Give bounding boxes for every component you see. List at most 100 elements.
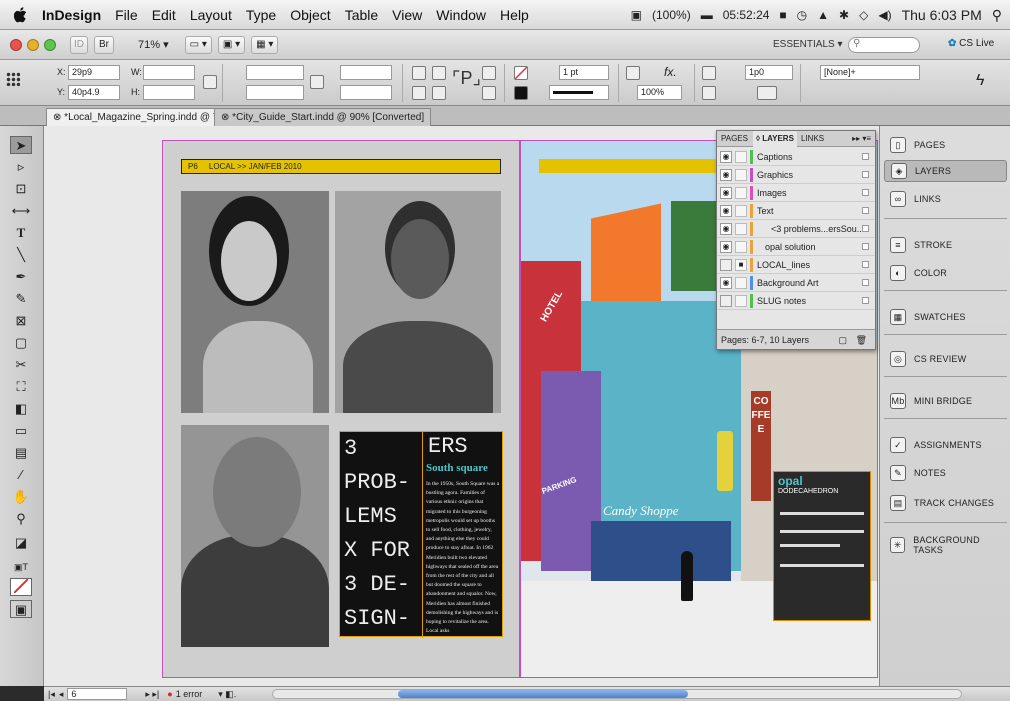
opal-box[interactable]: opal DODECAHEDRON (773, 471, 871, 621)
effects-icon[interactable]: fx. (664, 65, 677, 79)
arrange-documents-button[interactable]: ▦ ▾ (251, 35, 279, 54)
layer-row[interactable]: SLUG notes (717, 292, 875, 310)
select-container-icon[interactable] (482, 66, 496, 80)
photo-man-portrait[interactable] (335, 191, 501, 413)
menu-type[interactable]: Type (246, 7, 276, 23)
lock-toggle[interactable] (735, 151, 747, 163)
panel-menu-icon[interactable]: ▸▸ ▾≡ (852, 131, 871, 147)
select-square[interactable] (862, 225, 869, 232)
lock-toggle[interactable] (735, 295, 747, 307)
menu-object[interactable]: Object (290, 7, 330, 23)
volume-icon[interactable]: ◀) (878, 8, 891, 22)
layer-row[interactable]: ◉ Images (717, 184, 875, 202)
close-icon[interactable]: ⊗ (53, 112, 61, 123)
flip-v-icon[interactable] (432, 86, 446, 100)
tab-layers[interactable]: ◊ LAYERS (753, 131, 797, 147)
dock-layers[interactable]: ◈ LAYERS (884, 160, 1007, 182)
menu-help[interactable]: Help (500, 7, 529, 23)
dock-notes[interactable]: ✎ NOTES (884, 462, 1007, 484)
distribute-icon[interactable] (757, 86, 777, 100)
minimize-window-button[interactable] (27, 38, 39, 51)
menu-layout[interactable]: Layout (190, 7, 232, 23)
pencil-tool-icon[interactable]: ✎ (10, 290, 32, 308)
rotate-cw-icon[interactable] (412, 66, 426, 80)
dock-links[interactable]: ∞ LINKS (884, 188, 1007, 210)
scale-y-field[interactable] (246, 85, 304, 100)
menu-table[interactable]: Table (345, 7, 378, 23)
h-field[interactable] (143, 85, 195, 100)
visibility-icon[interactable]: ◉ (720, 151, 732, 163)
bluetooth-icon[interactable]: ✱ (839, 8, 849, 22)
timer-icon[interactable]: ▬ (701, 8, 713, 22)
apple-icon[interactable] (14, 6, 28, 23)
align-icon[interactable] (702, 86, 716, 100)
dock-cs-review[interactable]: ◎ CS REVIEW (884, 348, 1007, 370)
app-menu[interactable]: InDesign (42, 7, 101, 23)
lock-toggle[interactable] (735, 169, 747, 181)
preflight-menu-icon[interactable]: ▾ ◧. (218, 689, 236, 700)
lock-icon[interactable]: ■ (735, 259, 747, 271)
wifi-icon[interactable]: ◇ (859, 8, 868, 22)
search-field[interactable]: ⚲ (848, 37, 920, 53)
dock-assignments[interactable]: ✓ ASSIGNMENTS (884, 434, 1007, 456)
tab-local-magazine[interactable]: ⊗ *Local_Magazine_Spring.indd @ 71% (46, 108, 240, 126)
zoom-tool-icon[interactable]: ⚲ (10, 510, 32, 528)
visibility-icon[interactable]: ◉ (720, 223, 732, 235)
y-field[interactable]: 40p4.9 (68, 85, 120, 100)
dock-color[interactable]: ◐ COLOR (884, 262, 1007, 284)
rotate-ccw-icon[interactable] (432, 66, 446, 80)
layer-row[interactable]: ◉ Captions (717, 148, 875, 166)
select-square[interactable] (862, 189, 869, 196)
rectangle-frame-tool-icon[interactable]: ⊠ (10, 312, 32, 330)
fill-stroke-icon[interactable]: ◪ (10, 534, 32, 552)
layer-row[interactable]: ◉ Background Art (717, 274, 875, 292)
select-square[interactable] (862, 243, 869, 250)
scissors-tool-icon[interactable]: ✂ (10, 356, 32, 374)
opacity-field[interactable]: 100% (637, 85, 682, 100)
tab-links[interactable]: LINKS (801, 131, 824, 147)
menu-file[interactable]: File (115, 7, 138, 23)
title-text-frame[interactable]: 3 PROB- LEMS X FOR 3 DE- SIGN- ERS South… (339, 431, 503, 638)
page-tool-icon[interactable]: ⊡ (10, 180, 32, 198)
next-page-icon[interactable]: ▸ ▸| (145, 689, 159, 700)
flip-h-icon[interactable] (412, 86, 426, 100)
view-options-button[interactable]: ▭ ▾ (184, 35, 212, 54)
gap-tool-icon[interactable]: ⟷ (10, 202, 32, 220)
lock-toggle[interactable] (735, 205, 747, 217)
dock-mini-bridge[interactable]: Mb MINI BRIDGE (884, 390, 1007, 412)
cs-live-button[interactable]: ✿ CS Live (948, 38, 994, 49)
visibility-icon[interactable]: ◉ (720, 205, 732, 217)
lock-toggle[interactable] (735, 277, 747, 289)
display-icon[interactable]: ■ (779, 8, 786, 22)
new-layer-icon[interactable]: ▢ (838, 330, 847, 350)
close-window-button[interactable] (10, 38, 22, 51)
pen-tool-icon[interactable]: ✒ (10, 268, 32, 286)
visibility-icon[interactable] (720, 259, 732, 271)
preflight-status[interactable]: 1 error (176, 689, 203, 699)
gradient-feather-tool-icon[interactable]: ▭ (10, 422, 32, 440)
drop-shadow-icon[interactable] (626, 66, 640, 80)
bridge-button[interactable]: Br (94, 35, 114, 54)
shear-field[interactable] (340, 85, 392, 100)
layer-row[interactable]: ◉ <3 problems...ersSou...> (717, 220, 875, 238)
select-square[interactable] (862, 153, 869, 160)
visibility-icon[interactable] (720, 295, 732, 307)
page-number-field[interactable]: 6 (67, 688, 128, 700)
photo-man-bald[interactable] (181, 425, 329, 647)
close-icon[interactable]: ⊗ (221, 112, 229, 123)
layer-row[interactable]: ◉ Text (717, 202, 875, 220)
stroke-weight-field[interactable]: 1 pt (559, 65, 609, 80)
scale-x-field[interactable] (246, 65, 304, 80)
menu-view[interactable]: View (392, 7, 422, 23)
clock[interactable]: Thu 6:03 PM (902, 7, 982, 23)
stroke-type-select[interactable] (549, 85, 609, 100)
menu-edit[interactable]: Edit (152, 7, 176, 23)
lock-toggle[interactable] (735, 241, 747, 253)
direct-selection-tool-icon[interactable]: ▹ (10, 158, 32, 176)
w-field[interactable] (143, 65, 195, 80)
select-square[interactable] (862, 207, 869, 214)
trash-icon[interactable]: 🗑 (856, 330, 867, 350)
layer-row[interactable]: ◉ opal solution (717, 238, 875, 256)
stroke-swatch-icon[interactable] (514, 86, 528, 100)
selection-tool-icon[interactable]: ➤ (10, 136, 32, 154)
